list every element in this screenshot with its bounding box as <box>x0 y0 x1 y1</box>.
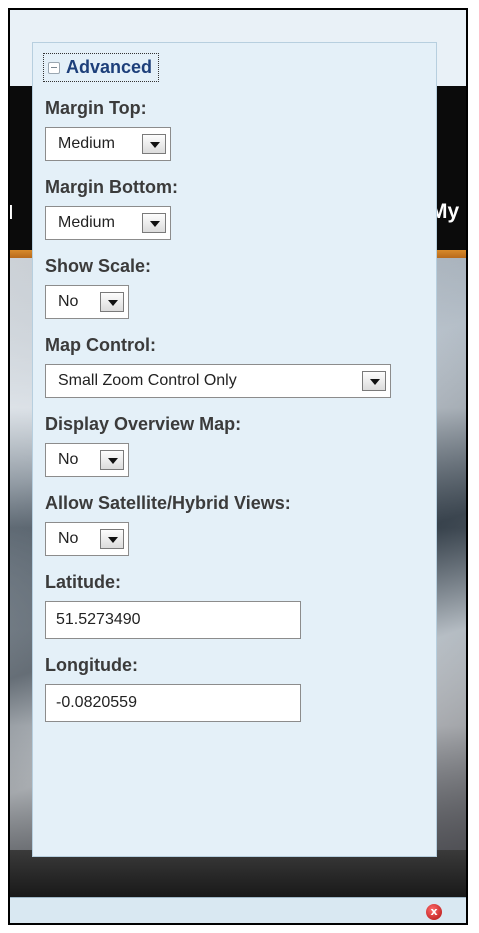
show-scale-label: Show Scale: <box>45 256 152 276</box>
chevron-down-icon[interactable] <box>100 450 124 470</box>
background-nav-text-left: l <box>8 203 14 224</box>
allow-satellite-label: Allow Satellite/Hybrid Views: <box>45 493 291 513</box>
margin-bottom-label: Margin Bottom: <box>45 177 178 197</box>
map-control-value: Small Zoom Control Only <box>58 372 237 389</box>
collapse-icon[interactable] <box>48 61 60 74</box>
margin-top-select[interactable]: Medium <box>45 127 171 161</box>
longitude-input[interactable]: -0.0820559 <box>45 684 301 722</box>
margin-top-label: Margin Top: <box>45 98 147 118</box>
advanced-legend-label: Advanced <box>66 57 153 77</box>
latitude-label: Latitude: <box>45 572 121 592</box>
map-control-label: Map Control: <box>45 335 156 355</box>
advanced-settings-panel: Advanced Margin Top: Medium Margin Botto… <box>32 42 437 857</box>
allow-satellite-select[interactable]: No <box>45 522 129 556</box>
latitude-input[interactable]: 51.5273490 <box>45 601 301 639</box>
background-ground <box>10 850 466 897</box>
close-icon[interactable]: x <box>426 904 442 920</box>
show-scale-value: No <box>58 293 79 310</box>
field-longitude: Longitude: -0.0820559 <box>45 655 436 722</box>
field-latitude: Latitude: 51.5273490 <box>45 572 436 639</box>
chevron-down-icon[interactable] <box>142 213 166 233</box>
chevron-down-icon[interactable] <box>362 371 386 391</box>
display-overview-select[interactable]: No <box>45 443 129 477</box>
display-overview-value: No <box>58 451 79 468</box>
field-margin-top: Margin Top: Medium <box>45 98 436 161</box>
window-frame: l My E x Advanced Margin Top: Medium Mar… <box>8 8 468 925</box>
field-map-control: Map Control: Small Zoom Control Only <box>45 335 436 398</box>
advanced-toggle[interactable]: Advanced <box>43 53 160 82</box>
map-control-select[interactable]: Small Zoom Control Only <box>45 364 391 398</box>
margin-bottom-select[interactable]: Medium <box>45 206 171 240</box>
margin-bottom-value: Medium <box>58 214 115 231</box>
chevron-down-icon[interactable] <box>100 529 124 549</box>
display-overview-label: Display Overview Map: <box>45 414 242 434</box>
field-display-overview-map: Display Overview Map: No <box>45 414 436 477</box>
allow-satellite-value: No <box>58 530 79 547</box>
longitude-label: Longitude: <box>45 655 138 675</box>
show-scale-select[interactable]: No <box>45 285 129 319</box>
field-allow-satellite: Allow Satellite/Hybrid Views: No <box>45 493 436 556</box>
field-margin-bottom: Margin Bottom: Medium <box>45 177 436 240</box>
margin-top-value: Medium <box>58 135 115 152</box>
chevron-down-icon[interactable] <box>100 292 124 312</box>
field-show-scale: Show Scale: No <box>45 256 436 319</box>
bottom-bar: x <box>10 897 466 923</box>
chevron-down-icon[interactable] <box>142 134 166 154</box>
